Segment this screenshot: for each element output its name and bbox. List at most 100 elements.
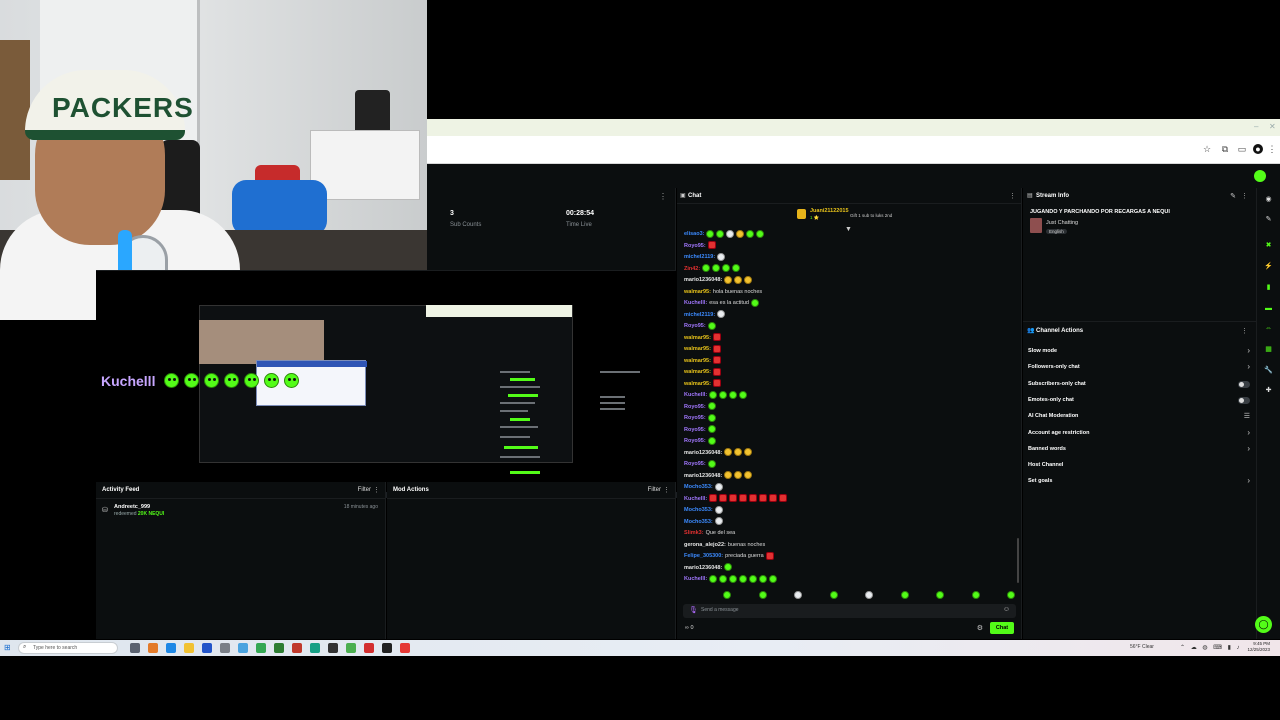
chat-username[interactable]: Royo95: [684, 404, 706, 410]
chrome-active-icon[interactable] [400, 643, 410, 653]
profile-icon[interactable]: ● [1253, 144, 1263, 154]
extensions-icon[interactable]: ⧉ [1220, 144, 1230, 154]
chat-username[interactable]: Slimk3: [684, 530, 704, 536]
stream-info-menu-icon[interactable]: ⋮ [1241, 192, 1248, 200]
ban-icon[interactable]: ✖ [1263, 240, 1274, 251]
app-icon[interactable] [364, 643, 374, 653]
chat-username[interactable]: Felipe_305300: [684, 553, 723, 559]
mic-icon[interactable]: 🎙 [689, 606, 698, 614]
close-window-icon[interactable]: ✕ [1269, 122, 1276, 131]
quick-emote[interactable] [900, 591, 909, 599]
app-icon[interactable] [292, 643, 302, 653]
chat-username[interactable]: Mocho353: [684, 484, 713, 490]
channel-actions-menu-icon[interactable]: ⋮ [1241, 327, 1248, 335]
channel-action-followers-only-chat[interactable]: Followers-only chat › [1028, 362, 1250, 374]
toggle-switch[interactable] [1238, 396, 1250, 404]
chat-username[interactable]: mario1236048: [684, 473, 722, 479]
chat-username[interactable]: walmar95: [684, 358, 711, 364]
taskbar-search[interactable]: ⌕ Type here to search [18, 642, 118, 654]
store-icon[interactable]: ▦ [1263, 344, 1274, 355]
link-icon[interactable]: ⇔ [1263, 323, 1274, 334]
chrome-icon[interactable] [256, 643, 266, 653]
app-icon[interactable] [382, 643, 392, 653]
quick-emote[interactable] [794, 591, 802, 599]
chat-username[interactable]: Kuchelll: [684, 392, 707, 398]
chat-username[interactable]: Royo95: [684, 415, 706, 421]
quick-emote[interactable] [936, 591, 944, 599]
taskbar-clock[interactable]: 9:45 PM 12/25/2023 [1247, 641, 1270, 653]
help-bubble-icon[interactable]: ◯ [1255, 616, 1272, 633]
clip-icon[interactable]: ▮ [1263, 282, 1274, 293]
chat-username[interactable]: Royo95: [684, 438, 706, 444]
chat-username[interactable]: Kuchelll: [684, 496, 707, 502]
minimize-icon[interactable]: – [1254, 122, 1258, 131]
chat-send-button[interactable]: Chat [990, 622, 1014, 634]
chat-username[interactable]: Royo95: [684, 427, 706, 433]
chat-username[interactable]: walmar95: [684, 335, 711, 341]
chat-input[interactable]: 🎙 Send a message ☺ [683, 604, 1016, 618]
chat-username[interactable]: Mocho353: [684, 519, 713, 525]
pencil-icon[interactable]: ✎ [1263, 214, 1274, 225]
channel-action-set-goals[interactable]: Set goals › [1028, 476, 1250, 488]
lightning-icon[interactable]: ⚡ [1263, 261, 1274, 272]
store-app-icon[interactable] [202, 643, 212, 653]
chat-username[interactable]: michel2119: [684, 312, 715, 318]
activity-filter-button[interactable]: Filter [358, 487, 371, 493]
quick-emote[interactable] [723, 591, 731, 599]
pinned-message[interactable]: Juani21122015 1 ⭐ Gift 1 sub to luks 2nd [797, 208, 917, 222]
excel-icon[interactable] [274, 643, 284, 653]
chat-username[interactable]: Zin42: [684, 266, 700, 272]
sliders-icon[interactable]: ☰ [1244, 412, 1250, 420]
app-icon[interactable] [220, 643, 230, 653]
task-view-icon[interactable] [130, 643, 140, 653]
chat-username[interactable]: Royo95: [684, 323, 706, 329]
browser-address-bar[interactable]: ☆ ⧉ ▭ ● ⋮ [427, 136, 1280, 164]
mod-menu-icon[interactable]: ⋮ [663, 486, 670, 494]
chat-username[interactable]: mario1236048: [684, 565, 722, 571]
channel-action-host-channel[interactable]: Host Channel [1028, 460, 1250, 472]
chat-username[interactable]: gerona_alejo22: [684, 542, 726, 548]
chat-scrollbar[interactable] [1017, 538, 1019, 583]
stats-menu-icon[interactable]: ⋮ [659, 192, 667, 201]
activity-user[interactable]: Andreetc_999 [114, 504, 150, 510]
channel-action-account-age-restriction[interactable]: Account age restriction › [1028, 428, 1250, 440]
quick-emote[interactable] [758, 591, 767, 599]
chat-menu-icon[interactable]: ⋮ [1009, 192, 1016, 200]
quick-emote[interactable] [865, 591, 873, 599]
windows-start-icon[interactable]: ⊞ [4, 643, 11, 652]
user-avatar[interactable] [1254, 170, 1266, 182]
message-icon[interactable]: ▬ [1263, 303, 1274, 314]
file-explorer-icon[interactable] [184, 643, 194, 653]
quick-emote[interactable] [971, 591, 980, 599]
chat-settings-icon[interactable]: ⚙ [977, 624, 983, 632]
browser-menu-icon[interactable]: ⋮ [1267, 144, 1277, 154]
chat-username[interactable]: Kuchelll: [684, 576, 707, 582]
chat-username[interactable]: walmar95: [684, 346, 711, 352]
channel-action-subscribers-only-chat[interactable]: Subscribers-only chat [1028, 379, 1250, 391]
chat-username[interactable]: elisao3: [684, 231, 704, 237]
mod-filter-button[interactable]: Filter [648, 487, 661, 493]
channel-action-banned-words[interactable]: Banned words › [1028, 444, 1250, 456]
system-tray[interactable]: ⌃ ☁ ◍ ⌨ ▮ ♪ [1180, 644, 1242, 651]
chat-username[interactable]: michel2119: [684, 254, 715, 260]
edit-icon[interactable]: ✎ [1230, 192, 1236, 200]
app-icon[interactable] [310, 643, 320, 653]
chat-username[interactable]: walmar95: [684, 289, 711, 295]
channel-action-emotes-only-chat[interactable]: Emotes-only chat [1028, 395, 1250, 407]
activity-menu-icon[interactable]: ⋮ [373, 486, 380, 494]
emoji-picker-icon[interactable]: ☺ [1003, 606, 1010, 613]
puzzle-icon[interactable]: ✚ [1263, 385, 1274, 396]
expand-chevron-icon[interactable]: ▼ [845, 226, 852, 233]
app-icon[interactable] [238, 643, 248, 653]
stream-category[interactable]: Just Chatting [1046, 220, 1078, 226]
channel-action-ai-chat-moderation[interactable]: AI Chat Moderation ☰ [1028, 411, 1250, 423]
obs-icon[interactable] [328, 643, 338, 653]
chat-username[interactable]: Kuchelll: [684, 300, 707, 306]
chat-username[interactable]: Mocho353: [684, 507, 713, 513]
toggle-switch[interactable] [1238, 380, 1250, 388]
firefox-icon[interactable] [148, 643, 158, 653]
app-icon[interactable] [346, 643, 356, 653]
chat-username[interactable]: mario1236048: [684, 277, 722, 283]
quick-emote[interactable] [829, 591, 838, 599]
edge-icon[interactable] [166, 643, 176, 653]
